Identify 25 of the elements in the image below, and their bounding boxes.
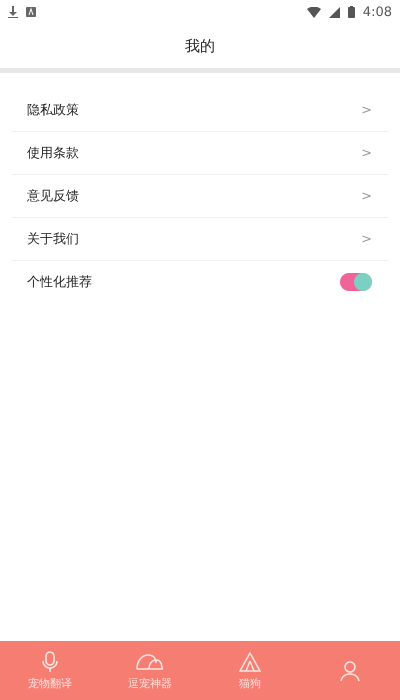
chevron-icon: > [361, 232, 372, 246]
row-label: 关于我们 [27, 231, 80, 248]
person-icon [339, 660, 361, 682]
chevron-icon: > [361, 188, 372, 204]
settings-row[interactable]: 使用条款 > [12, 132, 388, 175]
chevron-icon: > [361, 146, 372, 160]
battery-icon [348, 6, 355, 18]
signal-icon [328, 6, 340, 18]
row-label: 意见反馈 [27, 188, 80, 205]
wifi-icon [306, 6, 321, 18]
settings-row[interactable]: 意见反馈 > [12, 175, 388, 218]
chevron-icon: > [361, 102, 372, 118]
download-icon [8, 6, 18, 18]
row-label: 隐私政策 [27, 102, 80, 119]
app-icon [26, 7, 36, 17]
microphone-icon [40, 650, 60, 672]
row-label: 个性化推荐 [27, 274, 93, 291]
settings-row[interactable]: 隐私政策 > [12, 89, 388, 132]
settings-row[interactable]: 个性化推荐 [12, 261, 388, 303]
tent-icon [238, 650, 262, 672]
row-label: 使用条款 [27, 145, 80, 162]
settings-row[interactable]: 关于我们 > [12, 218, 388, 261]
page-title: 我的 [185, 36, 215, 56]
toggle-switch[interactable] [340, 273, 372, 291]
clock: 4:08 [362, 4, 392, 20]
